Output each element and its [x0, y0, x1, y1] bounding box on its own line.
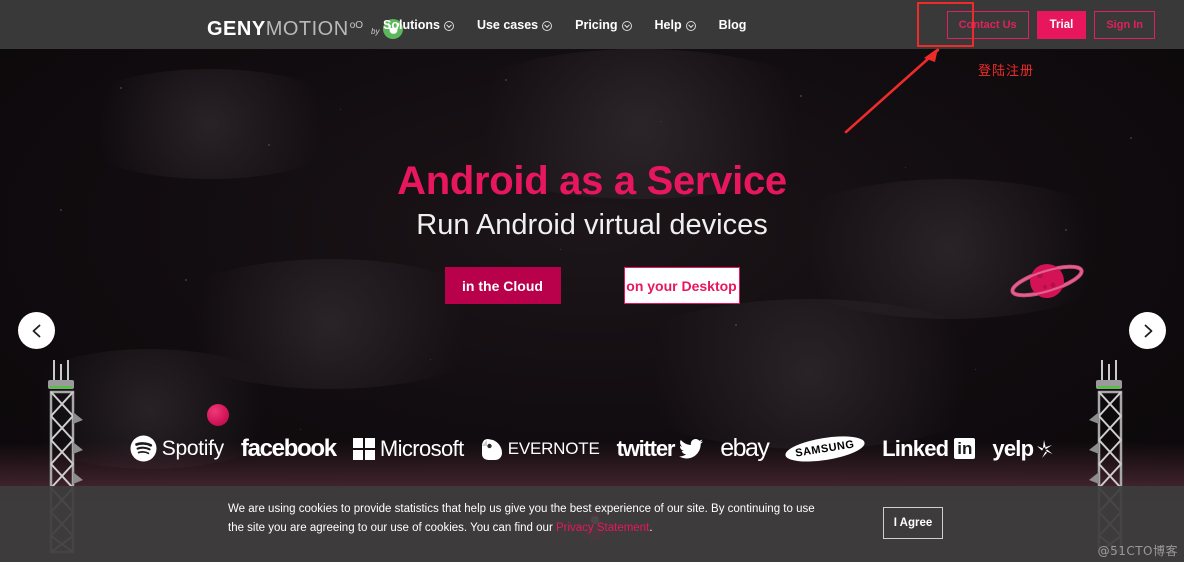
microsoft-squares-icon [352, 437, 375, 460]
chevron-down-icon [685, 20, 696, 31]
sign-in-button[interactable]: Sign In [1094, 10, 1155, 39]
cookie-text-before: We are using cookies to provide statisti… [228, 503, 815, 534]
nav-item-solutions[interactable]: Solutions [383, 18, 467, 32]
evernote-elephant-icon [481, 438, 502, 460]
cta-on-your-desktop-button[interactable]: on your Desktop [623, 267, 740, 304]
logo-by-label: by [371, 27, 380, 36]
logo-superscript: oO [349, 20, 364, 31]
chevron-right-icon [1144, 324, 1152, 337]
logo-text-primary: GENY [207, 18, 266, 40]
cookie-banner: We are using cookies to provide statisti… [0, 486, 1184, 562]
nav-item-blog[interactable]: Blog [719, 18, 747, 32]
nav-label: Use cases [476, 17, 539, 32]
cookie-banner-text: We are using cookies to provide statisti… [228, 500, 828, 538]
chevron-down-icon [443, 20, 454, 31]
logo-label: ebay [720, 434, 770, 462]
carousel-next-button[interactable] [1129, 312, 1166, 349]
site-header: GENY MOTION oO by Solutions Use cases Pr [0, 0, 1184, 49]
chevron-left-icon [32, 324, 40, 337]
trial-button[interactable]: Trial [1036, 10, 1087, 39]
page-subtitle: Run Android virtual devices [416, 209, 768, 241]
logo-label: facebook [240, 434, 337, 462]
customer-logo-strip: Spotify facebook Microsoft EVERNOTE twit… [0, 431, 1184, 466]
logo-microsoft: Microsoft [352, 435, 464, 462]
yelp-burst-icon [1037, 439, 1053, 458]
logo-spotify: Spotify [130, 435, 224, 462]
logo-ebay: ebay [720, 434, 770, 463]
nav-label: Pricing [575, 17, 618, 32]
logo-label: SAMSUNG [784, 431, 867, 466]
nav-label: Help [654, 17, 682, 32]
i-agree-button[interactable]: I Agree [883, 507, 943, 539]
spotify-icon [130, 435, 157, 462]
logo-label: EVERNOTE [507, 438, 600, 458]
logo-samsung: SAMSUNG [784, 431, 867, 466]
moon-icon [207, 404, 229, 426]
logo-twitter: twitter [617, 436, 704, 462]
site-logo[interactable]: GENY MOTION oO by [207, 8, 404, 40]
watermark: @51CTO博客 [1097, 544, 1178, 558]
chevron-down-icon [542, 20, 553, 31]
logo-evernote: EVERNOTE [481, 437, 600, 461]
nav-label: Blog [718, 17, 747, 32]
header-actions: Contact Us Trial Sign In [946, 0, 1184, 49]
contact-us-button[interactable]: Contact Us [946, 10, 1029, 39]
logo-label: twitter [616, 435, 676, 461]
logo-text-secondary: MOTION [265, 18, 349, 40]
cookie-text-after: . [649, 522, 653, 534]
logo-label: Linked [882, 435, 949, 461]
privacy-statement-link[interactable]: Privacy Statement [556, 522, 649, 534]
logo-yelp: yelp [992, 436, 1054, 462]
nav-item-use-cases[interactable]: Use cases [477, 18, 565, 32]
linkedin-icon: in [954, 438, 976, 459]
nav-label: Solutions [383, 17, 440, 32]
nav-item-pricing[interactable]: Pricing [575, 18, 644, 32]
carousel-prev-button[interactable] [18, 312, 55, 349]
chevron-down-icon [621, 20, 632, 31]
logo-label: Spotify [161, 436, 224, 460]
hero-cta-group: in the Cloud on your Desktop [0, 267, 1184, 304]
logo-linkedin: Linked in [882, 435, 976, 462]
twitter-bird-icon [679, 438, 704, 458]
logo-facebook: facebook [240, 434, 337, 463]
logo-label: yelp [992, 435, 1034, 461]
page-title: Android as a Service [397, 159, 787, 203]
logo-label: Microsoft [379, 435, 464, 461]
cta-in-the-cloud-button[interactable]: in the Cloud [444, 267, 561, 304]
annotation-label: 登陆注册 [978, 64, 1035, 79]
nav-item-help[interactable]: Help [655, 18, 709, 32]
page-root: Android as a Service Run Android virtual… [0, 0, 1184, 562]
main-nav: Solutions Use cases Pricing Help Blog [383, 0, 746, 49]
